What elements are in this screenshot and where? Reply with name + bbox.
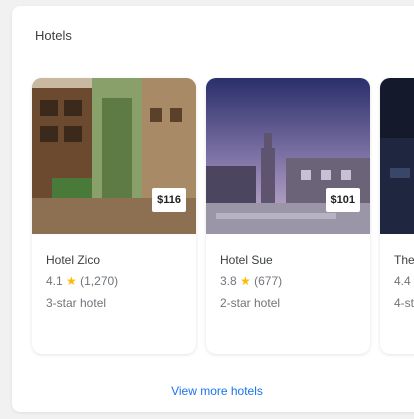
hotel-rating-row: 3.8 ★ (677) xyxy=(220,270,370,292)
rating-value: 3.8 xyxy=(220,274,237,288)
rating-value: 4.4 xyxy=(394,274,411,288)
price-badge: $116 xyxy=(152,188,186,212)
hotel-rating-row: 4.4 ★ xyxy=(394,270,414,292)
hotel-type: 3-star hotel xyxy=(46,296,107,310)
review-count: (677) xyxy=(254,274,283,288)
price-badge: $101 xyxy=(325,188,360,212)
hotel-photo: $116 xyxy=(32,78,196,234)
hotels-panel: Hotels $116 Hotel Zico 4.1 ★ (1,270) 3-s… xyxy=(12,6,414,412)
review-count: (1,270) xyxy=(80,274,119,288)
hotel-photo xyxy=(380,78,414,234)
hotel-card[interactable]: $116 Hotel Zico 4.1 ★ (1,270) 3-star hot… xyxy=(32,78,196,354)
hotel-name: Hotel Zico xyxy=(46,253,101,267)
star-icon: ★ xyxy=(240,274,251,288)
view-more-hotels-link[interactable]: View more hotels xyxy=(12,384,414,398)
hotel-rating-row: 4.1 ★ (1,270) xyxy=(46,270,196,292)
hotel-photo: $101 xyxy=(206,78,370,234)
star-icon: ★ xyxy=(66,274,77,288)
hotel-card[interactable]: $101 Hotel Sue 3.8 ★ (677) 2-star hotel xyxy=(206,78,370,354)
hotel-name: Hotel Sue xyxy=(220,253,273,267)
hotel-type: 2-star hotel xyxy=(220,296,281,310)
hotel-name: The C xyxy=(394,253,414,267)
hotel-card[interactable]: The C 4.4 ★ 4-star xyxy=(380,78,414,354)
section-title: Hotels xyxy=(35,28,72,43)
hotel-type: 4-star xyxy=(394,296,414,310)
hotel-carousel: $116 Hotel Zico 4.1 ★ (1,270) 3-star hot… xyxy=(32,78,414,358)
rating-value: 4.1 xyxy=(46,274,63,288)
